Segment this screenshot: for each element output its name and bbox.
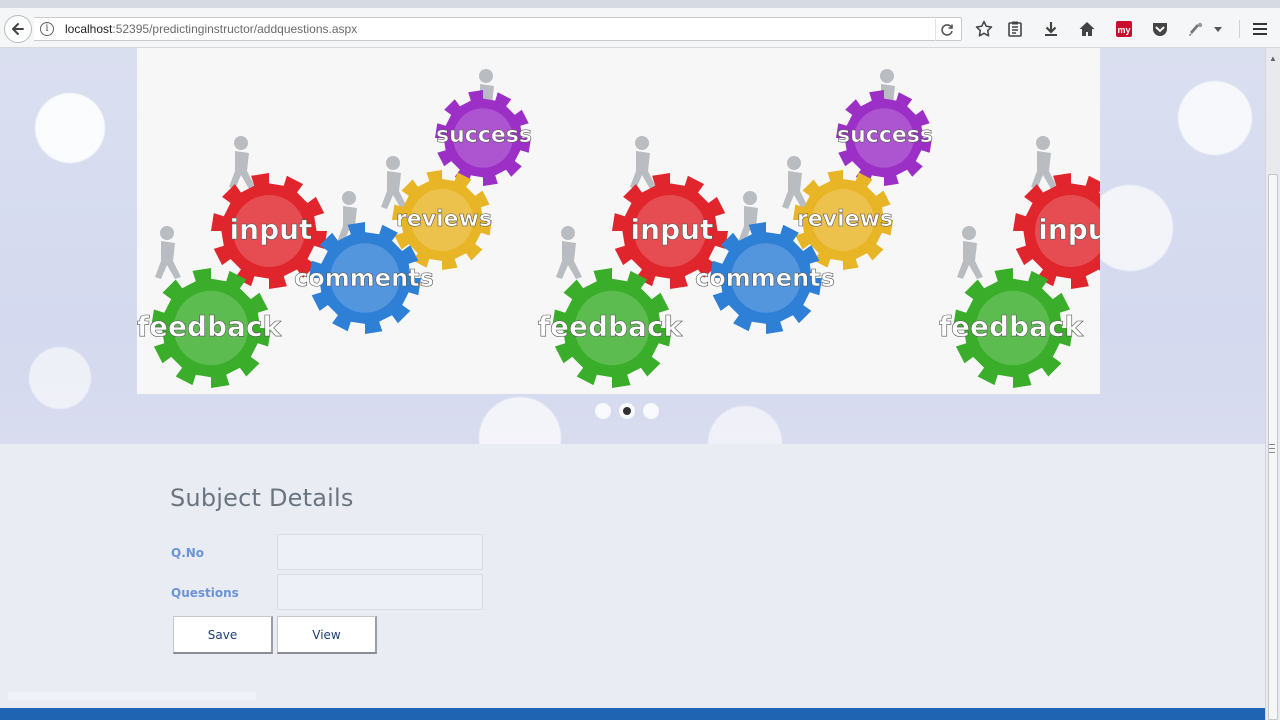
info-icon[interactable]: i bbox=[40, 22, 54, 36]
browser-toolbar: i localhost:52395/predictinginstructor/a… bbox=[0, 0, 1280, 48]
back-arrow-icon bbox=[12, 23, 24, 35]
bookmark-star-icon[interactable] bbox=[973, 18, 995, 40]
gear-word-7: reviews bbox=[797, 207, 893, 232]
scrollbar-grip-icon bbox=[1269, 444, 1275, 453]
reload-button[interactable] bbox=[935, 19, 957, 41]
my-extension-icon[interactable]: my bbox=[1113, 18, 1135, 40]
carousel-dot-3[interactable] bbox=[643, 403, 659, 419]
page-content: success reviews input comments feedback succe… bbox=[0, 48, 1265, 708]
questions-label: Questions bbox=[171, 586, 239, 600]
extension-icon[interactable] bbox=[1185, 18, 1207, 40]
page-scrollbar[interactable]: ▲ bbox=[1265, 48, 1280, 720]
download-icon[interactable] bbox=[1040, 18, 1062, 40]
footer-bar bbox=[0, 708, 1265, 720]
gear-word-1: success bbox=[436, 123, 532, 148]
url-host: localhost bbox=[65, 22, 113, 36]
view-button[interactable]: View bbox=[277, 616, 377, 654]
toolbar-divider bbox=[1239, 20, 1240, 38]
pocket-icon[interactable] bbox=[1149, 18, 1171, 40]
gear-word-10: feedback bbox=[538, 310, 684, 343]
section-title: Subject Details bbox=[170, 484, 354, 512]
hero-banner: success reviews input comments feedback succe… bbox=[0, 48, 1265, 444]
reload-icon bbox=[940, 24, 953, 36]
my-badge-text: my bbox=[1117, 25, 1130, 35]
tab-strip bbox=[0, 0, 1280, 8]
home-icon[interactable] bbox=[1076, 18, 1098, 40]
carousel-dot-1[interactable] bbox=[595, 403, 611, 419]
gear-word-5: feedback bbox=[137, 310, 283, 343]
gear-word-3: input bbox=[230, 213, 313, 246]
carousel-dot-2[interactable] bbox=[619, 403, 635, 419]
reading-list-icon[interactable] bbox=[1004, 18, 1026, 40]
qno-label: Q.No bbox=[171, 546, 205, 560]
scroll-up-icon[interactable]: ▲ bbox=[1269, 54, 1277, 63]
gear-word-2: reviews bbox=[396, 207, 492, 232]
questions-input[interactable] bbox=[277, 574, 483, 610]
gear-word-12: feedback bbox=[939, 310, 1085, 343]
subject-details-form: Subject Details Q.No Questions Save View bbox=[0, 444, 1265, 708]
address-bar[interactable]: i localhost:52395/predictinginstructor/a… bbox=[34, 17, 962, 41]
gear-word-9: comments bbox=[695, 264, 835, 292]
menu-icon[interactable] bbox=[1249, 18, 1271, 40]
carousel-slide: success reviews input comments feedback succe… bbox=[137, 48, 1100, 394]
gear-word-6: success bbox=[837, 123, 933, 148]
qno-input[interactable] bbox=[277, 534, 483, 570]
url-text[interactable]: localhost:52395/predictinginstructor/add… bbox=[65, 22, 357, 36]
slide-image: success reviews input comments feedback succe… bbox=[137, 69, 1100, 388]
gear-word-4: comments bbox=[294, 264, 434, 292]
back-button[interactable] bbox=[4, 15, 32, 43]
gear-word-8: input bbox=[631, 213, 714, 246]
save-button[interactable]: Save bbox=[173, 616, 273, 654]
url-path: :52395/predictinginstructor/addquestions… bbox=[112, 22, 358, 36]
faint-strip bbox=[8, 692, 256, 700]
gear-word-11: inpu bbox=[1038, 213, 1100, 246]
chevron-down-icon[interactable] bbox=[1211, 18, 1225, 40]
carousel-indicators bbox=[595, 403, 659, 419]
